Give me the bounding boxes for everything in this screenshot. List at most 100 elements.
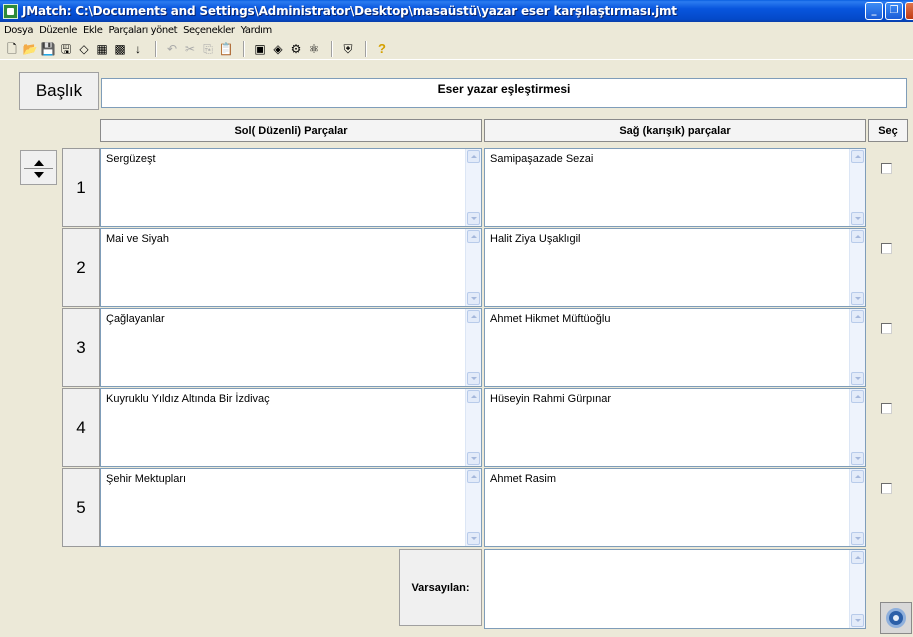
select-checkbox[interactable] [881,163,892,174]
scroll-down-button[interactable] [851,452,864,465]
select-checkbox[interactable] [881,243,892,254]
scroll-down-button[interactable] [851,212,864,225]
help-icon[interactable]: ? [374,41,390,57]
scrollbar[interactable] [849,389,865,466]
scrollbar[interactable] [465,389,481,466]
scroll-up-button[interactable] [851,230,864,243]
scroll-up-button[interactable] [467,470,480,483]
scroll-up-button[interactable] [851,551,864,564]
scroll-up-icon [854,556,861,559]
scrollbar[interactable] [849,149,865,226]
shield-icon[interactable]: ⛨ [340,41,356,57]
scroll-down-button[interactable] [467,532,480,545]
scroll-up-button[interactable] [851,150,864,163]
scroll-up-button[interactable] [467,150,480,163]
row-number: 1 [62,148,100,227]
scroll-down-icon [854,619,861,622]
scrollbar[interactable] [465,229,481,306]
scroll-down-button[interactable] [851,532,864,545]
right-part-textarea[interactable]: Samipaşazade Sezai [484,148,866,227]
menu-secenekler[interactable]: Seçenekler [180,25,237,36]
menu-duzenle[interactable]: Düzenle [36,25,80,36]
title-input[interactable]: Eser yazar eşleştirmesi [101,78,907,108]
cut-icon[interactable]: ✂ [182,41,198,57]
undo-icon[interactable]: ↶ [164,41,180,57]
left-part-textarea[interactable]: Mai ve Siyah [100,228,482,307]
new-file-icon[interactable]: 🗋 [4,41,20,57]
menu-yardim[interactable]: Yardım [238,25,275,36]
scroll-up-button[interactable] [467,230,480,243]
scroll-down-icon [854,297,861,300]
right-part-textarea[interactable]: Ahmet Hikmet Müftüoğlu [484,308,866,387]
left-part-textarea[interactable]: Şehir Mektupları [100,468,482,547]
scroll-down-icon [470,537,477,540]
scroll-up-button[interactable] [851,390,864,403]
grid-icon[interactable]: ▦ [94,41,110,57]
save-as-icon[interactable]: 🖫 [58,41,74,57]
down-arrow-icon[interactable]: ↓ [130,41,146,57]
scroll-up-button[interactable] [467,310,480,323]
scroll-up-button[interactable] [467,390,480,403]
row-number: 3 [62,308,100,387]
row-number: 4 [62,388,100,467]
right-part-textarea[interactable]: Ahmet Rasim [484,468,866,547]
left-part-textarea[interactable]: Kuyruklu Yıldız Altında Bir İzdivaç [100,388,482,467]
scrollbar[interactable] [849,229,865,306]
copy-icon[interactable]: ⎘ [200,41,216,57]
baslik-button[interactable]: Başlık [19,72,99,110]
paste-icon[interactable]: 📋 [218,41,234,57]
left-part-textarea[interactable]: Sergüzeşt [100,148,482,227]
select-checkbox[interactable] [881,323,892,334]
scroll-down-button[interactable] [851,292,864,305]
open-folder-icon[interactable]: 📂 [22,41,38,57]
scroll-down-icon [854,217,861,220]
scroll-up-icon [854,235,861,238]
save-icon[interactable]: 💾 [40,41,56,57]
menu-dosya[interactable]: Dosya [1,25,36,36]
title-bar[interactable]: JMatch: C:\Documents and Settings\Admini… [0,0,913,22]
scroll-down-button[interactable] [467,372,480,385]
grid-alt-icon[interactable]: ▩ [112,41,128,57]
right-part-text: Samipaşazade Sezai [490,153,594,165]
select-checkbox[interactable] [881,483,892,494]
arrow-down-icon[interactable] [34,172,44,178]
scrollbar[interactable] [465,309,481,386]
menu-ekle[interactable]: Ekle [80,25,105,36]
scroll-down-button[interactable] [467,212,480,225]
maximize-button[interactable]: ❐ [885,2,903,20]
scrollbar[interactable] [465,149,481,226]
config-icon[interactable]: ⚙ [288,41,304,57]
scrollbar[interactable] [465,469,481,546]
scroll-down-icon [854,457,861,460]
clear-icon[interactable]: ◇ [76,41,92,57]
app-icon[interactable] [3,3,18,19]
scrollbar[interactable] [849,469,865,546]
minimize-button[interactable]: _ [865,2,883,20]
scrollbar[interactable] [849,309,865,386]
scroll-down-button[interactable] [851,614,864,627]
left-part-textarea[interactable]: Çağlayanlar [100,308,482,387]
hot-potatoes-icon[interactable] [880,602,912,634]
scroll-up-icon [470,315,477,318]
settings-alt-icon[interactable]: ⚛ [306,41,322,57]
scroll-down-icon [854,377,861,380]
move-up-down-button[interactable] [20,150,57,185]
scroll-down-button[interactable] [467,292,480,305]
scroll-up-button[interactable] [851,470,864,483]
scroll-down-button[interactable] [851,372,864,385]
defaults-textarea[interactable] [484,549,866,629]
select-checkbox[interactable] [881,403,892,414]
toolbar-separator [331,40,333,57]
scrollbar[interactable] [849,550,865,628]
right-part-text: Ahmet Hikmet Müftüoğlu [490,313,611,325]
scroll-up-button[interactable] [851,310,864,323]
export-image-icon[interactable]: ◈ [270,41,286,57]
arrow-up-icon[interactable] [34,160,44,166]
right-part-textarea[interactable]: Halit Ziya Uşaklıgil [484,228,866,307]
right-part-textarea[interactable]: Hüseyin Rahmi Gürpınar [484,388,866,467]
close-button[interactable] [905,2,913,20]
export-web-icon[interactable]: ▣ [252,41,268,57]
right-part-text: Ahmet Rasim [490,473,557,485]
scroll-down-button[interactable] [467,452,480,465]
menu-parcalari-yonet[interactable]: Parçaları yönet [105,25,180,36]
